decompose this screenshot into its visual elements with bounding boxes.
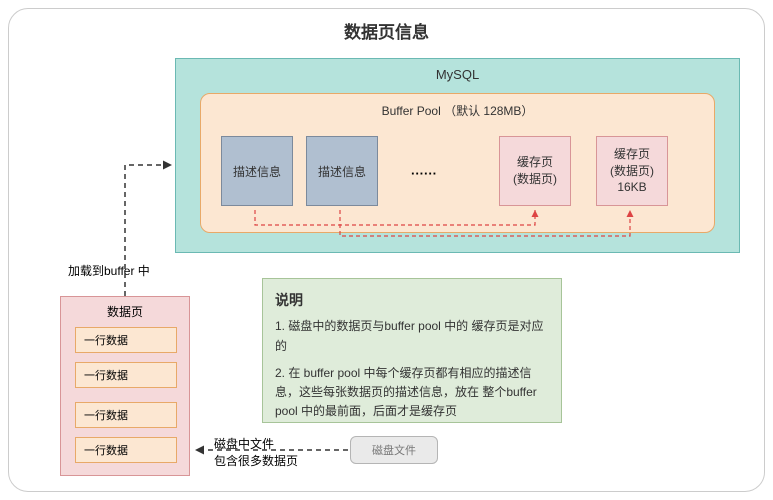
- mysql-label: MySQL: [176, 67, 739, 82]
- disk-file-block: 磁盘文件: [350, 436, 438, 464]
- explanation-line-1: 1. 磁盘中的数据页与buffer pool 中的 缓存页是对应的: [275, 317, 549, 355]
- desc-info-block-1: 描述信息: [221, 136, 293, 206]
- desc-info-block-2: 描述信息: [306, 136, 378, 206]
- disk-file-label: 磁盘中文件 包含很多数据页: [214, 436, 298, 470]
- buffer-pool-container: Buffer Pool （默认 128MB） 描述信息 描述信息 ······ …: [200, 93, 715, 233]
- diagram-title: 数据页信息: [0, 18, 773, 43]
- cache-page-block-2: 缓存页 (数据页) 16KB: [596, 136, 668, 206]
- data-row: 一行数据: [75, 437, 177, 463]
- data-page-container: 数据页 一行数据 一行数据 一行数据 一行数据: [60, 296, 190, 476]
- buffer-pool-label: Buffer Pool （默认 128MB）: [201, 102, 714, 119]
- data-page-label: 数据页: [61, 303, 189, 320]
- explanation-line-2: 2. 在 buffer pool 中每个缓存页都有相应的描述信息，这些每张数据页…: [275, 364, 549, 422]
- ellipsis: ······: [411, 166, 437, 181]
- explanation-box: 说明 1. 磁盘中的数据页与buffer pool 中的 缓存页是对应的 2. …: [262, 278, 562, 423]
- explanation-title: 说明: [275, 289, 549, 311]
- data-row: 一行数据: [75, 362, 177, 388]
- data-row: 一行数据: [75, 402, 177, 428]
- load-to-buffer-label: 加载到buffer 中: [68, 262, 150, 279]
- mysql-container: MySQL Buffer Pool （默认 128MB） 描述信息 描述信息 ·…: [175, 58, 740, 253]
- cache-page-block-1: 缓存页 (数据页): [499, 136, 571, 206]
- data-row: 一行数据: [75, 327, 177, 353]
